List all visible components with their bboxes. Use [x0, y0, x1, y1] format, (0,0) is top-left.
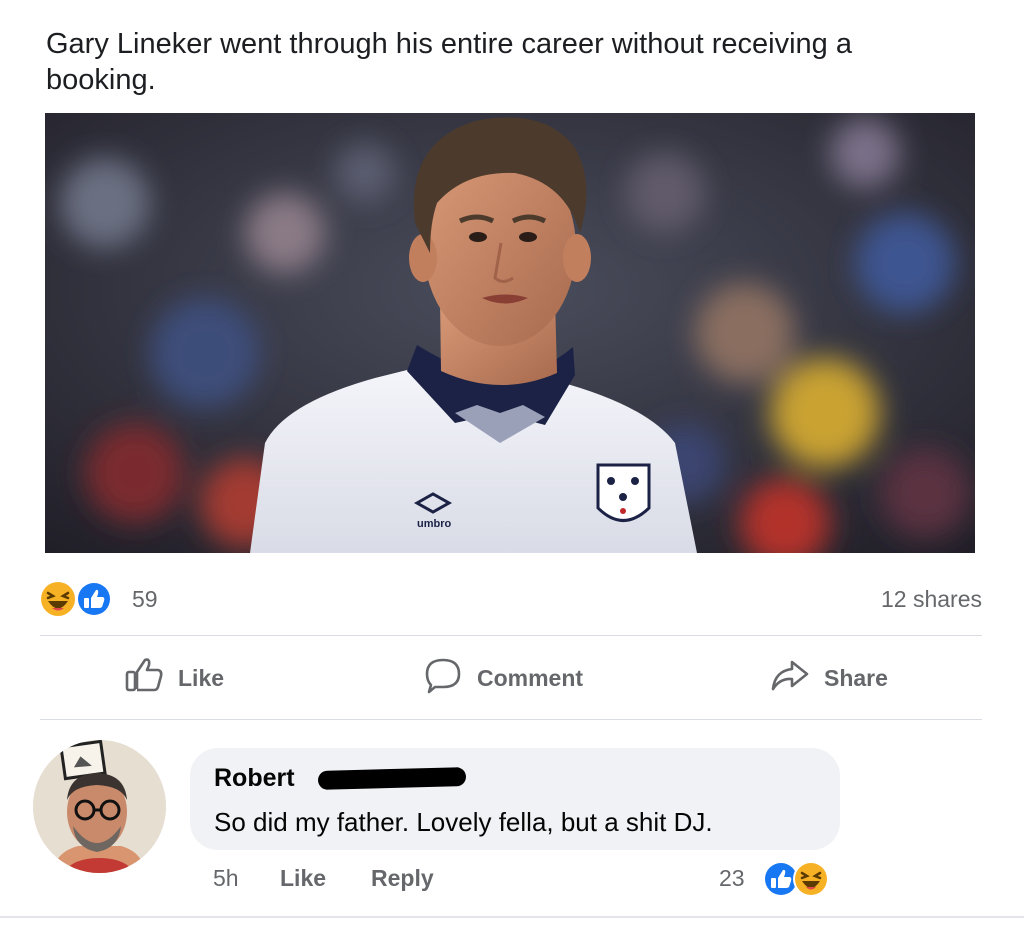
like-icon: [76, 581, 112, 617]
comment-reaction-icons[interactable]: [763, 860, 835, 898]
reaction-summary[interactable]: 59 12 shares: [40, 580, 982, 620]
redaction-bar: [317, 767, 467, 790]
share-arrow-icon: [770, 656, 810, 700]
comment-like-button[interactable]: Like: [280, 865, 326, 892]
share-label: Share: [824, 664, 888, 691]
like-button[interactable]: Like: [124, 658, 224, 698]
umbro-logo: umbro: [417, 518, 452, 530]
haha-icon: [41, 582, 75, 616]
shares-count[interactable]: 12 shares: [881, 586, 982, 613]
speech-bubble-icon: [423, 656, 463, 700]
share-button[interactable]: Share: [770, 658, 888, 698]
like-label: Like: [178, 664, 225, 691]
footballer-photo: umbro: [45, 113, 975, 553]
reaction-icons[interactable]: [40, 580, 120, 618]
haha-icon: [793, 861, 829, 897]
comment-author[interactable]: Robert: [214, 764, 295, 793]
divider: [40, 635, 982, 636]
avatar[interactable]: [33, 740, 166, 873]
divider: [0, 916, 1024, 918]
post-actions: Like Comment Share: [40, 640, 982, 718]
post-photo[interactable]: umbro: [45, 113, 975, 553]
comment: Robert So did my father. Lovely fella, b…: [33, 740, 983, 910]
like-icon: [765, 863, 797, 895]
comment-bubble: Robert So did my father. Lovely fella, b…: [190, 748, 840, 850]
comment-text: So did my father. Lovely fella, but a sh…: [214, 807, 713, 837]
comment-reply-button[interactable]: Reply: [371, 865, 434, 892]
comment-reaction-count[interactable]: 23: [719, 865, 745, 892]
comment-label: Comment: [477, 664, 584, 691]
comment-button[interactable]: Comment: [423, 658, 583, 698]
comment-timestamp[interactable]: 5h: [213, 865, 239, 892]
divider: [40, 719, 982, 720]
thumbs-up-icon: [124, 656, 164, 700]
reaction-count[interactable]: 59: [132, 586, 158, 613]
post-text: Gary Lineker went through his entire car…: [46, 28, 852, 96]
